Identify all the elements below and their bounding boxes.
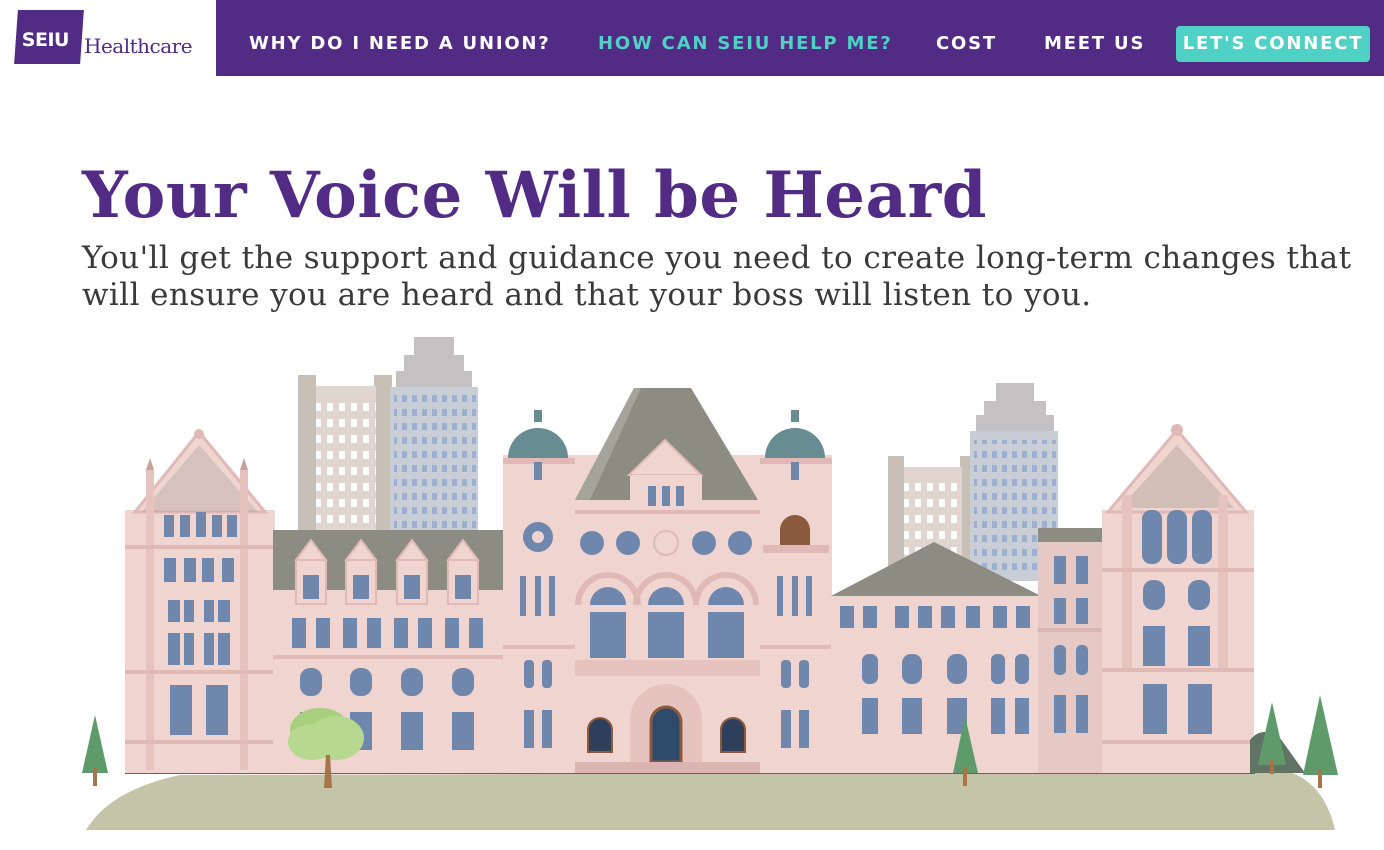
main-nav: WHY DO I NEED A UNION? HOW CAN SEIU HELP… — [216, 0, 1384, 76]
left-tower — [125, 429, 275, 773]
right-tower — [1102, 424, 1254, 773]
legislature-illustration — [82, 337, 1338, 830]
lets-connect-button[interactable]: LET'S CONNECT — [1176, 26, 1370, 62]
nav-meet-us[interactable]: MEET US — [1044, 33, 1145, 54]
logo-mark-text: SEIU — [21, 29, 69, 51]
page-title: Your Voice Will be Heard — [82, 158, 987, 233]
logo-wordmark: Healthcare — [84, 34, 193, 58]
nav-cost[interactable]: COST — [936, 33, 997, 54]
left-dome-tower — [503, 410, 575, 773]
logo[interactable]: SEIU Healthcare — [0, 0, 216, 76]
ground — [86, 772, 1335, 830]
right-dome-tower — [760, 410, 832, 773]
logo-mark: SEIU — [14, 10, 84, 64]
page-subtitle: You'll get the support and guidance you … — [82, 240, 1352, 313]
nav-why-union[interactable]: WHY DO I NEED A UNION? — [249, 33, 551, 54]
right-narrow-block — [1038, 528, 1104, 773]
nav-how-seiu-help[interactable]: HOW CAN SEIU HELP ME? — [598, 33, 893, 54]
